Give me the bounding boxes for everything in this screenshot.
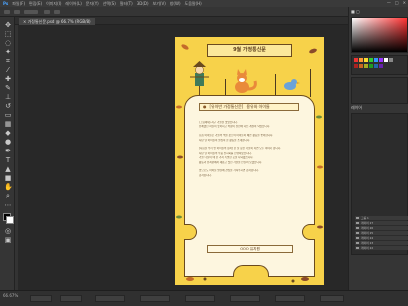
menu-window[interactable]: 창(W) <box>170 1 181 7</box>
app-logo-icon[interactable]: Ps <box>3 1 8 6</box>
status-control[interactable] <box>320 295 344 302</box>
status-bar: 66.67% <box>0 290 408 306</box>
menu-help[interactable]: 도움말(H) <box>185 1 202 7</box>
color-panel-tab[interactable]: ■ ▢ <box>351 9 360 15</box>
menu-select[interactable]: 선택(S) <box>103 1 116 7</box>
shape-tool-icon[interactable]: ■ <box>4 174 12 182</box>
layer-row[interactable]: 그룹 1 <box>355 216 408 220</box>
letter-body: (그림제재) 지구 가을을 맞았습니다. 유쾌했던 하늘이 높아지고 바람이 선… <box>199 121 303 178</box>
zoom-tool-icon[interactable]: ⌕ <box>4 192 12 200</box>
menu-file[interactable]: 파일(F) <box>12 1 25 7</box>
options-bar <box>0 7 408 17</box>
type-tool-icon[interactable]: T <box>4 156 12 164</box>
layer-row[interactable]: 레이어 22 <box>355 246 408 250</box>
dodge-tool-icon[interactable]: ● <box>4 138 12 146</box>
screen-mode-icon[interactable]: ▣ <box>4 236 12 244</box>
status-control[interactable] <box>30 295 52 302</box>
signature-box: OOO 유치원 <box>207 245 293 253</box>
status-control[interactable] <box>140 295 170 302</box>
option-control[interactable] <box>4 10 10 14</box>
pen-tool-icon[interactable]: ✒ <box>4 147 12 155</box>
layer-row[interactable]: 레이어 25 <box>355 231 408 235</box>
quick-mask-icon[interactable]: ◎ <box>4 227 12 235</box>
status-control[interactable] <box>230 295 260 302</box>
subheading-label: 용유와 아이들 <box>246 104 270 109</box>
swatch-grid <box>354 58 393 68</box>
layer-row[interactable]: 레이어 23 <box>355 241 408 245</box>
blur-tool-icon[interactable]: ◆ <box>4 129 12 137</box>
body-line: 감사합니다. <box>199 173 212 177</box>
menu-bar: Ps 파일(F) 편집(E) 이미지(I) 레이어(L) 문자(Y) 선택(S)… <box>0 0 408 7</box>
option-control[interactable] <box>54 10 60 14</box>
status-control[interactable] <box>185 295 215 302</box>
status-control[interactable] <box>60 295 82 302</box>
layer-row[interactable]: 레이어 24 <box>355 236 408 240</box>
acorn-icon: ● <box>203 104 207 109</box>
option-control[interactable] <box>24 10 38 14</box>
zoom-level[interactable]: 66.67% <box>3 293 18 298</box>
layer-row[interactable]: 레이어 26 <box>355 226 408 230</box>
menu-3d[interactable]: 3D(D) <box>137 1 149 6</box>
minimize-icon[interactable]: — <box>387 0 391 5</box>
document-tab[interactable]: × 가정통신문.psd @ 66.7% (RGB/8) <box>19 18 95 25</box>
color-picker[interactable] <box>351 17 408 53</box>
background-color-swatch[interactable] <box>6 216 14 224</box>
paper-notch-bottom <box>233 265 269 277</box>
gradient-tool-icon[interactable]: ▦ <box>4 120 12 128</box>
layer-row[interactable]: 레이어 27 <box>355 221 408 225</box>
menu-image[interactable]: 이미지(I) <box>46 1 61 7</box>
edit-toolbar-icon[interactable]: ⋯ <box>4 201 12 209</box>
crop-tool-icon[interactable]: ⌗ <box>4 57 12 65</box>
healing-brush-icon[interactable]: ✚ <box>4 75 12 83</box>
menu-filter[interactable]: 필터(T) <box>120 1 133 7</box>
tools-panel: ✥ ⬚ ◌ ✦ ⌗ ⁄ ✚ ✎ ⊥ ↺ ▭ ▦ ◆ ● ✒ T ▲ ■ ✋ ⌕ … <box>0 17 15 300</box>
status-control[interactable] <box>275 295 305 302</box>
option-control[interactable] <box>44 10 50 14</box>
subheading-school: [유아반 가정통신문] <box>209 104 244 109</box>
brush-tool-icon[interactable]: ✎ <box>4 84 12 92</box>
marquee-tool-icon[interactable]: ⬚ <box>4 30 12 38</box>
paper-notch-right <box>302 224 315 240</box>
move-tool-icon[interactable]: ✥ <box>4 21 12 29</box>
letter-subheading: ● [유아반 가정통신문] 용유와 아이들 <box>199 103 299 111</box>
menu-view[interactable]: 보기(V) <box>153 1 166 7</box>
menu-layer[interactable]: 레이어(L) <box>65 1 81 7</box>
close-icon[interactable]: ✕ <box>403 0 406 5</box>
adjustments-panel[interactable] <box>351 77 408 104</box>
history-brush-icon[interactable]: ↺ <box>4 102 12 110</box>
menu-type[interactable]: 문자(Y) <box>86 1 99 7</box>
letter-paper: ● [유아반 가정통신문] 용유와 아이들 (그림제재) 지구 가을을 맞았습니… <box>184 95 315 277</box>
paper-notch-left <box>184 224 197 240</box>
magic-wand-icon[interactable]: ✦ <box>4 48 12 56</box>
eraser-tool-icon[interactable]: ▭ <box>4 111 12 119</box>
swatches-panel[interactable] <box>351 55 408 75</box>
layers-panel-tab[interactable]: 레이어 <box>351 105 362 111</box>
eyedropper-icon[interactable]: ⁄ <box>4 66 12 74</box>
document-tab-label: × 가정통신문.psd @ 66.7% (RGB/8) <box>23 19 91 24</box>
right-panels: ■ ▢ 레이어 그룹 1 레이어 27 레이어 26 레이어 25 레이어 24… <box>348 7 408 290</box>
document-tabs: × 가정통신문.psd @ 66.7% (RGB/8) <box>15 17 348 25</box>
lasso-tool-icon[interactable]: ◌ <box>4 39 12 47</box>
status-control[interactable] <box>95 295 125 302</box>
path-select-icon[interactable]: ▲ <box>4 165 12 173</box>
option-control[interactable] <box>14 10 20 14</box>
clone-stamp-icon[interactable]: ⊥ <box>4 93 12 101</box>
window-controls: — □ ✕ <box>387 0 406 5</box>
hand-tool-icon[interactable]: ✋ <box>4 183 13 191</box>
layers-panel: 그룹 1 레이어 27 레이어 26 레이어 25 레이어 24 레이어 23 … <box>351 113 408 255</box>
maximize-icon[interactable]: □ <box>395 0 399 5</box>
vertical-ruler <box>15 25 18 290</box>
document-page[interactable]: 9월 가정통신문 ● [유아반 가정통신문] 용유와 아이들 (그림제재) 지구… <box>175 37 324 285</box>
menu-edit[interactable]: 편집(E) <box>29 1 42 7</box>
